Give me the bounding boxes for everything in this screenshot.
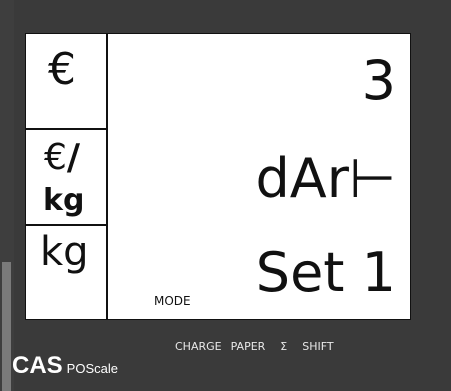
brand-name: CAS xyxy=(12,352,63,379)
unit-cell-unit-price: €/ kg xyxy=(26,130,106,226)
kg-label: kg xyxy=(40,229,89,275)
mode-indicator: MODE xyxy=(154,294,191,308)
left-edge-highlight xyxy=(2,262,11,391)
sigma-key-label: Σ xyxy=(280,340,288,353)
euro-per-euro: € xyxy=(44,137,67,178)
shift-key-label: SHIFT xyxy=(302,340,334,353)
euro-per-symbol: €/ xyxy=(44,140,80,176)
unit-cell-weight: kg xyxy=(26,226,106,319)
euro-per-slash: / xyxy=(66,137,81,178)
function-key-labels: CHARGE PAPER Σ SHIFT xyxy=(175,340,334,353)
display-row-3: Set 1 xyxy=(255,241,396,304)
brand-product: POScale xyxy=(66,361,118,376)
paper-key-label: PAPER xyxy=(230,340,266,353)
lcd-display: € €/ kg kg 3 dAr⊢ Set 1 MODE xyxy=(25,33,411,320)
unit-cell-price: € xyxy=(26,34,106,130)
kg-bold-label: kg xyxy=(43,183,85,218)
brand-logo: CAS POScale xyxy=(12,352,118,380)
charge-key-label: CHARGE xyxy=(175,340,222,353)
euro-symbol: € xyxy=(48,44,76,95)
unit-indicator-column: € €/ kg kg xyxy=(26,34,108,319)
display-row-1: 3 xyxy=(361,49,396,112)
display-row-2: dAr⊢ xyxy=(255,147,396,210)
